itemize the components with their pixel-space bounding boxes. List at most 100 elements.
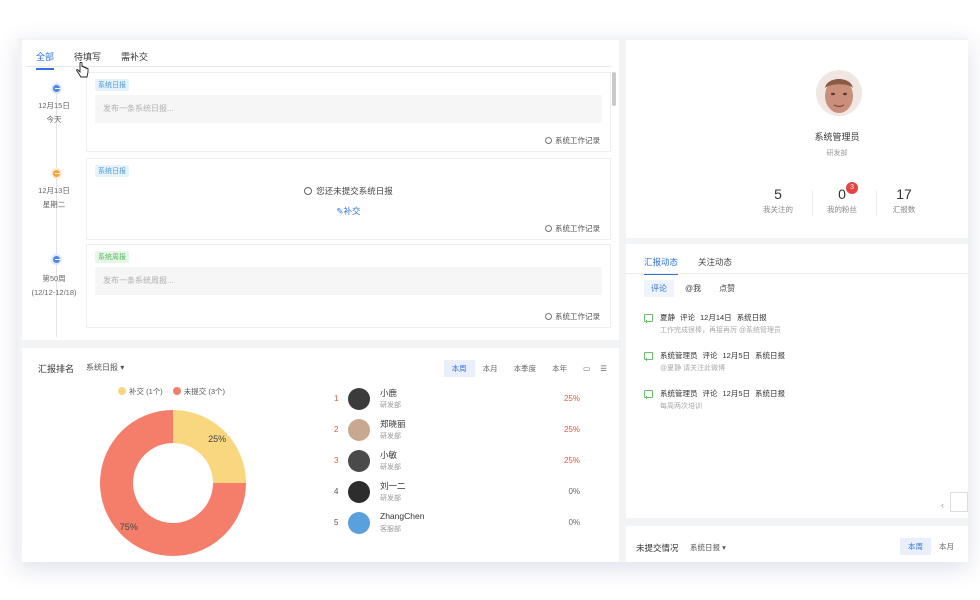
rank-percent: 0%: [568, 487, 580, 496]
legend-swatch: [172, 387, 181, 395]
rank-user-name: 小敏: [380, 450, 398, 460]
period-tabs: 本周 本月 本季度 本年 ▭ ☰: [443, 360, 609, 377]
makeup-label: 补交: [343, 206, 361, 216]
tabs-divider: [26, 66, 611, 67]
avatar: [348, 419, 370, 441]
period-year[interactable]: 本年: [544, 360, 575, 377]
feed-detail: 工作完成很棒，再接再厉 @系统管理员: [660, 327, 782, 334]
subtab-comments[interactable]: 评论: [644, 280, 674, 297]
ranking-title: 汇报排名: [38, 364, 75, 374]
report-ranking-panel: 汇报排名 系统日报 ▾ 本周 本月 本季度 本年 ▭ ☰ 补交 (1个) 未提交…: [22, 348, 619, 562]
stat-value-wrap: 0 3: [838, 182, 859, 202]
feed-date: 12月14日: [700, 313, 732, 322]
rank-user-dept: 研发部: [380, 464, 401, 471]
rank-number: 2: [334, 425, 339, 434]
dynamics-panel: 汇报动态 关注动态 评论 @我 点赞 夏静 评论 12月14日 系统日报 工作完成很棒…: [626, 244, 968, 518]
work-record-link[interactable]: 系统工作记录: [545, 135, 600, 146]
profile-dept: 研发部: [826, 150, 848, 157]
comment-icon: [644, 314, 653, 323]
work-record-link[interactable]: 系统工作记录: [545, 311, 600, 322]
ranking-row[interactable]: 3 小敏 研发部 25%: [332, 448, 602, 476]
rank-number: 1: [334, 394, 339, 403]
feed-action: 评论: [702, 351, 718, 360]
pager-button[interactable]: [950, 492, 968, 512]
avatar: [348, 481, 370, 503]
rank-number: 3: [334, 456, 339, 465]
legend-label: 未提交 (3个): [183, 387, 225, 396]
profile-name: 系统管理员: [814, 132, 860, 142]
report-type-tag: 系统日报: [95, 79, 129, 91]
rank-user-name: 郑晓丽: [380, 419, 406, 429]
period-month[interactable]: 本月: [475, 360, 506, 377]
stat-value: 0: [838, 186, 846, 202]
feed-type: 系统日报: [755, 351, 786, 360]
scrollbar[interactable]: [612, 72, 616, 106]
info-icon: [304, 187, 313, 195]
profile-panel: 系统管理员 研发部 5 我关注的 0 3 我的粉丝 17 汇报数: [626, 40, 968, 238]
avatar: [348, 450, 370, 472]
tabs-divider: [626, 273, 968, 274]
report-input[interactable]: 发布一条系统日报...: [95, 95, 602, 123]
report-input[interactable]: 发布一条系统周报...: [95, 267, 602, 295]
legend-item: 补交 (1个): [118, 386, 163, 397]
unsubmitted-title: 未提交情况: [636, 543, 679, 553]
rank-user-name: ZhangChen: [380, 511, 425, 521]
clock-icon: [545, 137, 552, 144]
list-icon[interactable]: ☰: [598, 361, 609, 376]
rank-number: 4: [334, 487, 339, 496]
chevron-left-icon[interactable]: ‹: [941, 500, 944, 510]
legend-item: 未提交 (3个): [172, 386, 225, 397]
rank-number: 5: [334, 518, 339, 527]
period-week[interactable]: 本周: [443, 360, 475, 377]
feed-user: 系统管理员: [660, 389, 698, 398]
stat-label: 我的粉丝: [827, 205, 857, 214]
subtab-likes[interactable]: 点赞: [712, 280, 742, 297]
unsubmitted-panel: 未提交情况 系统日报 ▾ 本周 本月: [626, 526, 968, 562]
rank-user-dept: 研发部: [380, 433, 401, 440]
ranking-row[interactable]: 5 ZhangChen 客服部 0%: [332, 510, 602, 538]
period-week[interactable]: 本周: [900, 538, 931, 555]
work-record-label: 系统工作记录: [555, 312, 600, 321]
report-type-select[interactable]: 系统日报 ▾: [690, 542, 726, 553]
tab-resubmit[interactable]: 需补交: [121, 50, 148, 70]
work-record-label: 系统工作记录: [555, 224, 600, 233]
legend-label: 补交 (1个): [129, 387, 163, 396]
ranking-row[interactable]: 1 小鹿 研发部 25%: [332, 386, 602, 414]
feed-header: 系统管理员 评论 12月5日 系统日报: [660, 388, 790, 399]
clock-icon: [545, 313, 552, 320]
tab-all[interactable]: 全部: [36, 50, 55, 70]
period-quarter[interactable]: 本季度: [506, 360, 545, 377]
rank-percent: 0%: [568, 518, 580, 527]
stat-label: 汇报数: [892, 205, 916, 214]
feed-date: 12月5日: [722, 389, 751, 398]
work-record-label: 系统工作记录: [555, 136, 600, 145]
stat-value: 5: [774, 186, 782, 202]
stat-followers[interactable]: 0 3 我的粉丝: [810, 182, 874, 215]
report-card: 系统周报 发布一条系统周报... 系统工作记录: [86, 244, 611, 328]
period-month[interactable]: 本月: [931, 538, 962, 555]
legend-swatch: [118, 387, 126, 395]
report-type-tag: 系统日报: [95, 165, 129, 177]
period-tabs: 本周 本月: [900, 538, 962, 555]
feed-header: 系统管理员 评论 12月5日 系统日报: [660, 350, 790, 361]
ranking-row[interactable]: 2 郑晓丽 研发部 25%: [332, 417, 602, 445]
timeline-day: 今天: [46, 115, 62, 124]
donut-slice-补交[interactable]: [173, 410, 246, 483]
work-record-link[interactable]: 系统工作记录: [545, 223, 600, 234]
makeup-button[interactable]: ✎补交: [87, 205, 610, 217]
avatar: [348, 388, 370, 410]
avatar[interactable]: [816, 70, 862, 116]
report-type-select[interactable]: 系统日报 ▾: [86, 362, 124, 373]
submission-donut-chart: 25% 75%: [100, 410, 246, 556]
clock-icon: [545, 225, 552, 232]
subtab-mentions[interactable]: @我: [678, 280, 708, 297]
comment-icon: [644, 390, 653, 399]
calendar-icon[interactable]: ▭: [575, 361, 598, 376]
donut-label: 75%: [120, 522, 138, 532]
rank-user-dept: 研发部: [380, 495, 401, 502]
stat-following[interactable]: 5 我关注的: [746, 186, 810, 215]
stat-reports[interactable]: 17 汇报数: [872, 186, 936, 215]
notice-text: 您还未提交系统日报: [316, 186, 393, 196]
ranking-row[interactable]: 4 刘一二 研发部 0%: [332, 479, 602, 507]
timeline-dot: [51, 254, 62, 265]
